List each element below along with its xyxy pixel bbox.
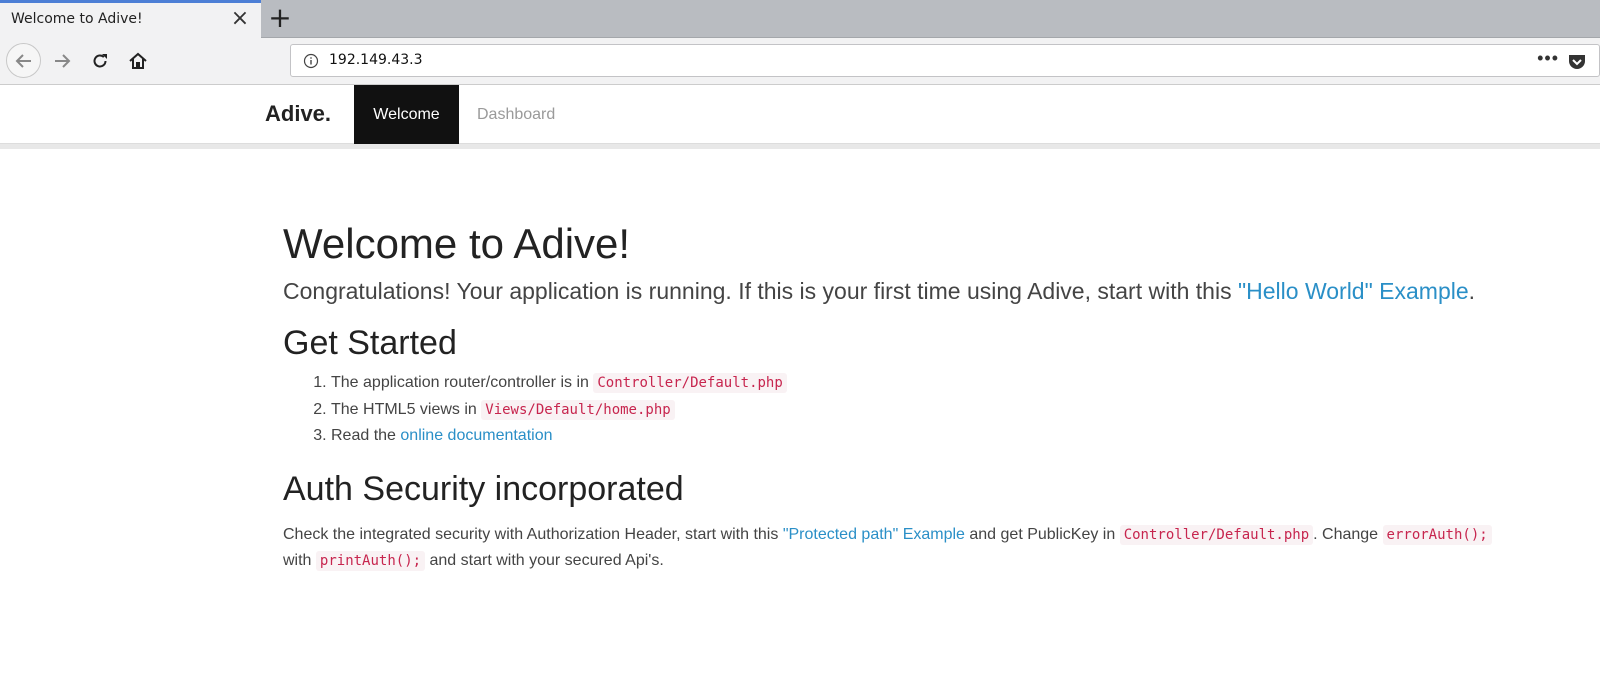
url-bar[interactable]: 192.149.43.3 •••	[290, 44, 1600, 77]
code-snippet: errorAuth();	[1382, 524, 1492, 545]
online-documentation-link[interactable]: online documentation	[400, 427, 552, 444]
site-navbar: Adive. Welcome Dashboard	[0, 85, 1600, 144]
back-button[interactable]	[6, 43, 41, 78]
auth-text-2: and get PublicKey in	[964, 525, 1120, 543]
code-snippet: Views/Default/home.php	[481, 399, 675, 420]
code-snippet: printAuth();	[315, 550, 426, 571]
arrow-left-icon	[15, 53, 31, 68]
protected-path-link[interactable]: "Protected path" Example	[783, 526, 965, 543]
list-item: The HTML5 views in Views/Default/home.ph…	[331, 397, 1583, 424]
hello-world-link[interactable]: "Hello World" Example	[1238, 278, 1469, 304]
browser-tab-bar: Welcome to Adive! × +	[0, 0, 1600, 38]
reload-icon	[93, 54, 107, 68]
auth-text-4: with	[283, 551, 316, 569]
url-text[interactable]: 192.149.43.3	[329, 52, 423, 68]
lead-end: .	[1468, 278, 1476, 304]
brand-logo[interactable]: Adive.	[265, 101, 331, 127]
auth-paragraph: Check the integrated security with Autho…	[283, 522, 1583, 574]
home-button[interactable]	[122, 45, 154, 77]
arrow-right-icon	[55, 54, 71, 68]
lead-text: Congratulations! Your application is run…	[283, 278, 1238, 304]
auth-text-1: Check the integrated security with Autho…	[283, 525, 783, 543]
close-tab-icon[interactable]: ×	[230, 8, 250, 30]
auth-text-5: and start with your secured Api's.	[425, 551, 664, 569]
code-snippet: Controller/Default.php	[593, 373, 787, 393]
pocket-icon[interactable]	[1567, 53, 1587, 76]
get-started-list: The application router/controller is in …	[283, 370, 1583, 450]
nav-item-welcome[interactable]: Welcome	[354, 85, 459, 144]
page-title: Welcome to Adive!	[283, 220, 631, 267]
navbar-divider	[0, 144, 1600, 149]
new-tab-button[interactable]: +	[268, 4, 292, 32]
tab-title: Welcome to Adive!	[11, 11, 143, 27]
reload-button[interactable]	[84, 45, 116, 77]
list-item-text: Read the	[331, 427, 401, 444]
list-item-text: The HTML5 views in	[331, 400, 482, 418]
info-icon[interactable]	[303, 53, 319, 74]
list-item: The application router/controller is in …	[331, 370, 1583, 397]
list-item: Read the online documentation	[331, 423, 1583, 450]
forward-button[interactable]	[46, 45, 78, 77]
main-content: Welcome to Adive! Congratulations! Your …	[283, 218, 1583, 574]
lead-paragraph: Congratulations! Your application is run…	[283, 274, 1513, 308]
list-item-text: The application router/controller is in	[331, 374, 594, 391]
code-snippet: Controller/Default.php	[1119, 524, 1314, 545]
auth-text-3: . Change	[1313, 525, 1383, 543]
nav-item-dashboard[interactable]: Dashboard	[468, 85, 564, 144]
browser-toolbar: 192.149.43.3 •••	[0, 38, 1600, 85]
get-started-heading: Get Started	[283, 324, 457, 362]
home-icon	[129, 52, 147, 69]
browser-tab[interactable]: Welcome to Adive! ×	[0, 0, 261, 38]
more-actions-icon[interactable]: •••	[1537, 48, 1559, 69]
auth-security-heading: Auth Security incorporated	[283, 469, 684, 508]
